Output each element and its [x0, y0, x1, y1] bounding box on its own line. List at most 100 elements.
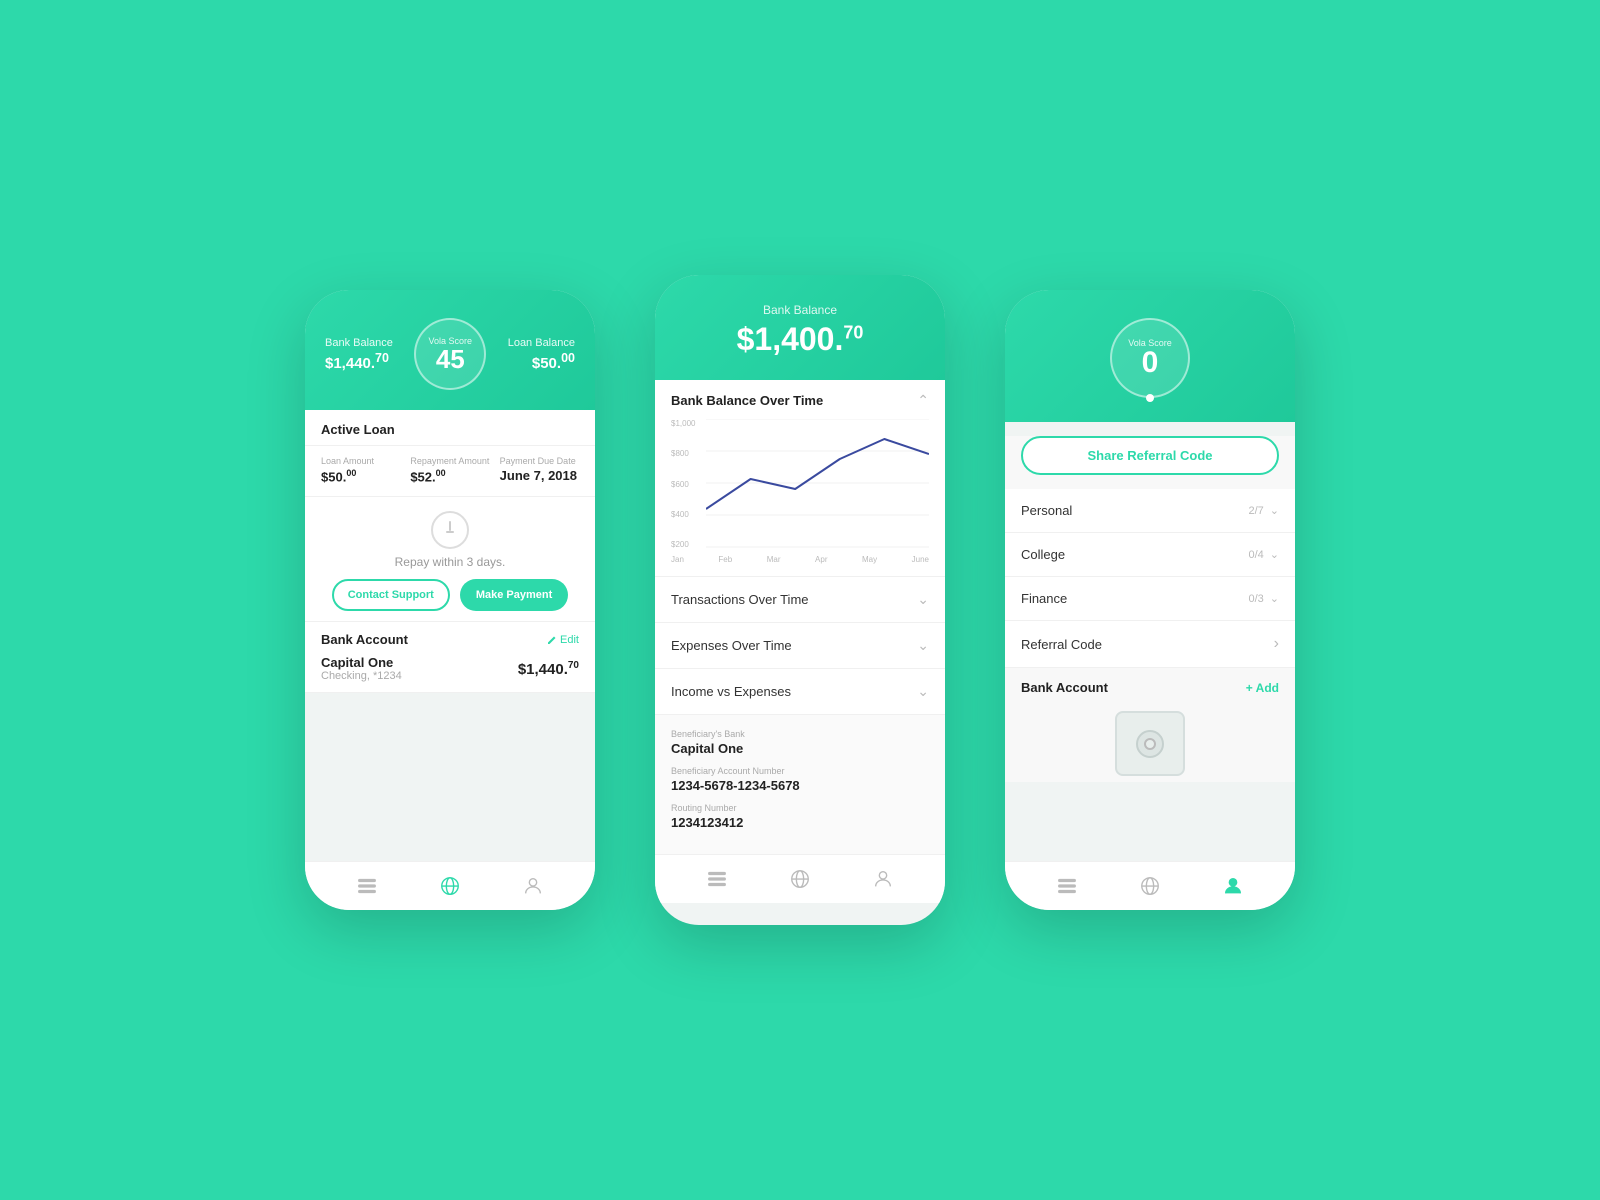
p1-header: Bank Balance $1,440.70 Vola Score 45 Loa… [305, 290, 595, 410]
chart-chevron-icon[interactable]: ⌃ [917, 392, 929, 409]
p2-header: Bank Balance $1,400.70 [655, 275, 945, 380]
vola-score-value: 45 [436, 346, 465, 372]
p3-header: Vola Score 0 [1005, 290, 1295, 422]
due-date-value: June 7, 2018 [500, 468, 579, 483]
p3-vola-score-label: Vola Score [1128, 338, 1172, 348]
personal-menu-item[interactable]: Personal 2/7 ⌄ [1005, 489, 1295, 533]
p1-nav [305, 861, 595, 910]
finance-right: 0/3 ⌄ [1248, 592, 1279, 605]
beneficiary-bank-value: Capital One [671, 741, 929, 756]
p3-vola-score-circle: Vola Score 0 [1110, 318, 1190, 398]
p3-body: Share Referral Code Personal 2/7 ⌄ Colle… [1005, 436, 1295, 782]
vola-score-circle: Vola Score 45 [414, 318, 486, 390]
transactions-accordion[interactable]: Transactions Over Time ⌄ [655, 577, 945, 623]
chart-area: $1,000 $800 $600 $400 $200 [706, 419, 929, 549]
p3-nav-list-icon[interactable] [1053, 872, 1081, 900]
beneficiary-bank-label: Beneficiary's Bank [671, 729, 929, 739]
due-date-item: Payment Due Date June 7, 2018 [500, 456, 579, 484]
routing-value: 1234123412 [671, 815, 929, 830]
personal-badge: 2/7 [1248, 505, 1263, 517]
edit-icon [547, 635, 557, 645]
college-chevron-icon: ⌄ [1270, 548, 1279, 561]
bank-balance-label: Bank Balance [325, 337, 393, 349]
bank-row: Capital One Checking, *1234 $1,440.70 [321, 655, 579, 682]
bank-account-section: Bank Account + Add [1005, 668, 1295, 701]
p1-bank-balance: Bank Balance $1,440.70 [325, 337, 393, 372]
active-loan-title: Active Loan [305, 410, 595, 446]
clock-icon [431, 511, 469, 549]
referral-menu-item[interactable]: Referral Code › [1005, 621, 1295, 668]
nav-list-icon[interactable] [353, 872, 381, 900]
repayment-value: $52.00 [410, 468, 489, 484]
expenses-accordion[interactable]: Expenses Over Time ⌄ [655, 623, 945, 669]
personal-label: Personal [1021, 503, 1072, 518]
safe-icon-area [1005, 701, 1295, 782]
bank-account-title: Bank Account [321, 632, 408, 647]
bank-balance-amount: $1,440.70 [325, 351, 393, 372]
transactions-label: Transactions Over Time [671, 592, 809, 607]
routing-label: Routing Number [671, 803, 929, 813]
expenses-label: Expenses Over Time [671, 638, 792, 653]
vola-score-label: Vola Score [429, 336, 473, 346]
income-chevron-icon: ⌄ [917, 683, 929, 700]
college-label: College [1021, 547, 1065, 562]
p2-nav [655, 854, 945, 903]
nav-user-icon[interactable] [519, 872, 547, 900]
income-accordion[interactable]: Income vs Expenses ⌄ [655, 669, 945, 715]
p2-balance-label: Bank Balance [763, 303, 837, 317]
bank-info-section: Beneficiary's Bank Capital One Beneficia… [655, 715, 945, 854]
chart-x-labels: Jan Feb Mar Apr May June [671, 555, 929, 564]
phone-2: Bank Balance $1,400.70 Bank Balance Over… [655, 275, 945, 925]
bank-account-title: Bank Account [1021, 680, 1108, 695]
loan-balance-label: Loan Balance [508, 337, 575, 349]
p1-loan-balance: Loan Balance $50.00 [508, 337, 575, 372]
loan-amount-value: $50.00 [321, 468, 400, 484]
chart-svg [706, 419, 929, 549]
contact-support-button[interactable]: Contact Support [332, 579, 450, 611]
p3-nav-globe-icon[interactable] [1136, 872, 1164, 900]
menu-list: Personal 2/7 ⌄ College 0/4 ⌄ Finance [1005, 489, 1295, 668]
edit-button[interactable]: Edit [547, 634, 579, 646]
repayment-label: Repayment Amount [410, 456, 489, 466]
safe-dial-inner [1144, 738, 1156, 750]
personal-right: 2/7 ⌄ [1248, 504, 1279, 517]
safe-box-icon [1115, 711, 1185, 776]
finance-badge: 0/3 [1248, 593, 1263, 605]
p2-nav-list-icon[interactable] [703, 865, 731, 893]
p3-nav [1005, 861, 1295, 910]
finance-label: Finance [1021, 591, 1067, 606]
loan-details: Loan Amount $50.00 Repayment Amount $52.… [305, 446, 595, 497]
btn-row: Contact Support Make Payment [332, 579, 569, 611]
bank-header: Bank Account Edit [321, 632, 579, 647]
nav-globe-icon[interactable] [436, 872, 464, 900]
repay-text: Repay within 3 days. [395, 555, 506, 569]
bank-section: Bank Account Edit Capital One Checking, … [305, 622, 595, 693]
repay-section: Repay within 3 days. Contact Support Mak… [305, 497, 595, 622]
p2-nav-user-icon[interactable] [869, 865, 897, 893]
account-number-label: Beneficiary Account Number [671, 766, 929, 776]
bank-sub: Checking, *1234 [321, 670, 402, 682]
p2-nav-globe-icon[interactable] [786, 865, 814, 893]
expenses-chevron-icon: ⌄ [917, 637, 929, 654]
phone-3: Vola Score 0 Share Referral Code Persona… [1005, 290, 1295, 910]
chart-header: Bank Balance Over Time ⌃ [671, 392, 929, 409]
account-number-value: 1234-5678-1234-5678 [671, 778, 929, 793]
p3-nav-user-icon[interactable] [1219, 872, 1247, 900]
share-referral-button[interactable]: Share Referral Code [1021, 436, 1279, 475]
repayment-item: Repayment Amount $52.00 [410, 456, 489, 484]
referral-label: Referral Code [1021, 637, 1102, 652]
chart-title: Bank Balance Over Time [671, 393, 823, 408]
bank-amount: $1,440.70 [518, 660, 579, 678]
chart-section: Bank Balance Over Time ⌃ $1,000 $800 $60… [655, 380, 945, 577]
bank-name: Capital One [321, 655, 402, 670]
income-label: Income vs Expenses [671, 684, 791, 699]
finance-menu-item[interactable]: Finance 0/3 ⌄ [1005, 577, 1295, 621]
college-menu-item[interactable]: College 0/4 ⌄ [1005, 533, 1295, 577]
loan-balance-amount: $50.00 [508, 351, 575, 372]
p1-body: Active Loan Loan Amount $50.00 Repayment… [305, 410, 595, 693]
make-payment-button[interactable]: Make Payment [460, 579, 568, 611]
bank-info: Capital One Checking, *1234 [321, 655, 402, 682]
add-button[interactable]: + Add [1246, 681, 1279, 695]
p3-vola-score-value: 0 [1142, 348, 1159, 378]
p2-balance-amount: $1,400.70 [737, 321, 864, 358]
